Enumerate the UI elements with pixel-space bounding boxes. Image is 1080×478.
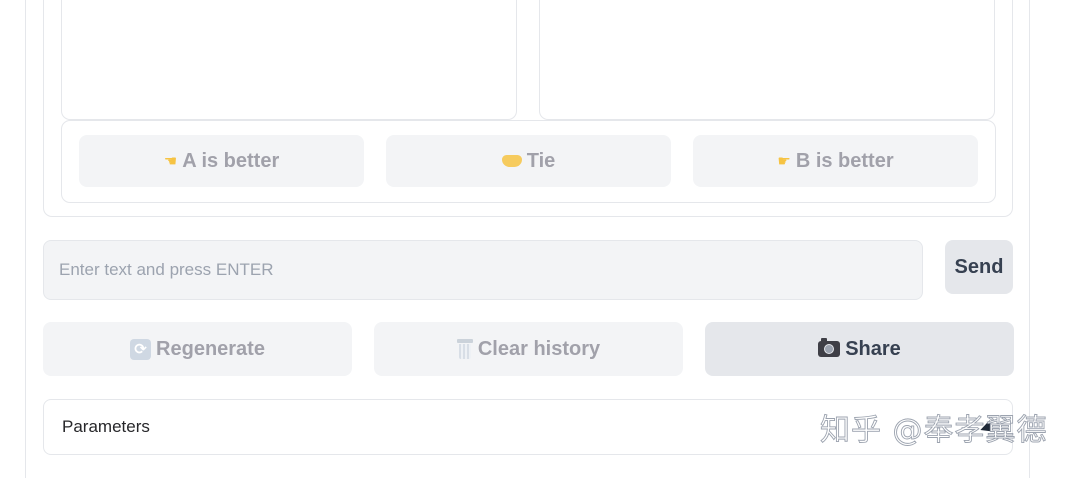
message-input[interactable] <box>43 240 923 300</box>
camera-icon <box>818 338 841 357</box>
backhand-index-pointing-left-icon: ☚ <box>163 151 178 170</box>
send-button[interactable]: Send <box>945 240 1013 294</box>
parameters-label: Parameters <box>62 417 150 436</box>
tie-button[interactable]: Tie <box>386 135 671 187</box>
send-label: Send <box>954 255 1004 278</box>
a-is-better-button[interactable]: ☚ A is better <box>79 135 364 187</box>
a-is-better-label: A is better <box>182 149 280 172</box>
b-is-better-button[interactable]: ☛ B is better <box>693 135 978 187</box>
chatbot-a-pane[interactable] <box>61 0 517 120</box>
regenerate-icon: ⟳ <box>130 338 152 360</box>
wastebasket-icon <box>456 339 473 359</box>
handshake-icon <box>501 155 522 167</box>
caret-left-icon[interactable] <box>978 420 994 436</box>
clear-history-button[interactable]: Clear history <box>374 322 683 376</box>
parameters-accordion[interactable]: Parameters <box>43 399 1013 455</box>
tie-label: Tie <box>526 149 556 172</box>
chatbot-b-pane[interactable] <box>539 0 995 120</box>
regenerate-button[interactable]: ⟳ Regenerate <box>43 322 352 376</box>
backhand-index-pointing-right-icon: ☛ <box>777 151 791 170</box>
clear-history-label: Clear history <box>477 337 601 360</box>
regenerate-label: Regenerate <box>156 337 265 360</box>
share-button[interactable]: Share <box>705 322 1014 376</box>
share-label: Share <box>845 337 901 360</box>
b-is-better-label: B is better <box>795 149 894 172</box>
